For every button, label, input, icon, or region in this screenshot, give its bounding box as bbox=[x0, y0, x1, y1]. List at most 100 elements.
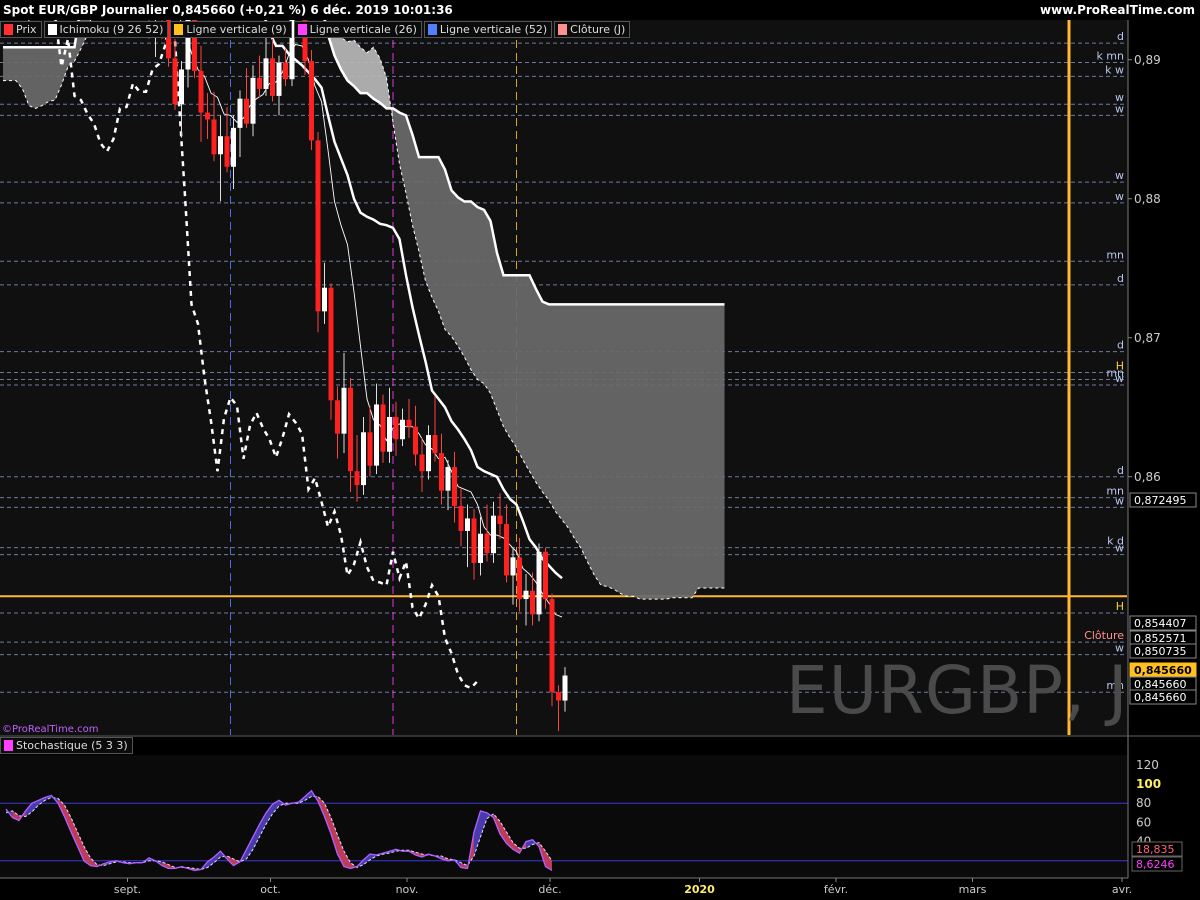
x-tick-label: déc. bbox=[538, 883, 561, 896]
stoch-value-label: 8,6246 bbox=[1136, 858, 1175, 871]
kumo-cloud-segment bbox=[503, 275, 510, 438]
candle-down bbox=[224, 136, 230, 167]
candle-up bbox=[276, 62, 282, 96]
vline-9-swatch bbox=[174, 24, 184, 35]
kumo-cloud-segment bbox=[458, 197, 465, 358]
legend-label: Ligne verticale (26) bbox=[309, 23, 417, 36]
candle-up bbox=[510, 557, 516, 576]
indicator-legend: Prix Ichimoku (9 26 52) Ligne verticale … bbox=[0, 21, 631, 38]
level-label: mn bbox=[1106, 248, 1124, 261]
kumo-cloud-segment bbox=[477, 207, 484, 384]
price-label: 0,850735 bbox=[1134, 645, 1187, 658]
kumo-cloud-segment bbox=[360, 47, 367, 94]
candle-down bbox=[348, 387, 353, 472]
kumo-cloud-segment bbox=[594, 304, 601, 586]
legend-item-vline-9[interactable]: Ligne verticale (9) bbox=[170, 21, 292, 38]
kumo-cloud-segment bbox=[705, 304, 712, 588]
stochastic-legend: Stochastique (5 3 3) bbox=[0, 737, 133, 754]
y-tick-label: 0,87 bbox=[1134, 331, 1161, 345]
legend-item-vline-26[interactable]: Ligne verticale (26) bbox=[293, 21, 422, 38]
kumo-cloud-segment bbox=[646, 304, 653, 600]
kumo-cloud-segment bbox=[568, 304, 575, 540]
candle-down bbox=[413, 426, 418, 455]
ichimoku-swatch bbox=[47, 24, 57, 35]
kumo-cloud-segment bbox=[35, 47, 42, 109]
kumo-cloud-segment bbox=[640, 304, 647, 600]
kumo-cloud-segment bbox=[653, 304, 660, 600]
chart-title: Spot EUR/GBP Journalier 0,845660 (+0,21 … bbox=[3, 3, 453, 17]
level-label: d bbox=[1117, 272, 1124, 285]
stoch-value-label: 18,835 bbox=[1136, 843, 1175, 856]
legend-label: Stochastique (5 3 3) bbox=[16, 739, 128, 752]
level-label: d bbox=[1117, 464, 1124, 477]
candle-up bbox=[400, 419, 405, 440]
candle-up bbox=[237, 98, 243, 128]
legend-item-price[interactable]: Prix bbox=[0, 21, 42, 38]
symbol-watermark: EURGBP, J bbox=[786, 652, 1129, 729]
kumo-cloud-segment bbox=[497, 252, 504, 427]
candle-up bbox=[562, 675, 568, 701]
candle-down bbox=[556, 692, 561, 701]
kumo-cloud-segment bbox=[659, 304, 666, 600]
candle-down bbox=[419, 454, 425, 472]
candle-up bbox=[491, 515, 496, 554]
credit-link[interactable]: ©ProRealTime.com bbox=[2, 724, 98, 735]
legend-item-vline-52[interactable]: Ligne verticale (52) bbox=[423, 21, 553, 38]
kumo-cloud-segment bbox=[354, 40, 361, 94]
legend-item-ichimoku[interactable]: Ichimoku (9 26 52) bbox=[43, 21, 169, 38]
candle-up bbox=[218, 136, 223, 155]
candle-down bbox=[380, 404, 386, 452]
level-label: k mn bbox=[1096, 50, 1124, 63]
kumo-cloud-segment bbox=[575, 304, 582, 550]
candle-up bbox=[523, 590, 529, 600]
vline-26-swatch bbox=[297, 24, 307, 35]
kumo-cloud-segment bbox=[48, 47, 55, 102]
kumo-cloud-segment bbox=[471, 201, 478, 380]
price-pane[interactable]: ddmndwdk mnk wwwwwmnddHmnwdmnwk dwHClôtu… bbox=[0, 0, 1128, 735]
stoch-y-tick-label: 100 bbox=[1136, 777, 1161, 791]
candle-down bbox=[543, 551, 548, 600]
kumo-cloud-segment bbox=[464, 201, 471, 370]
level-label: w bbox=[1115, 169, 1124, 182]
stochastic-swatch bbox=[4, 740, 13, 751]
level-label: w bbox=[1115, 372, 1124, 385]
kumo-cloud-segment bbox=[711, 304, 718, 588]
level-label: w bbox=[1115, 494, 1124, 507]
kumo-cloud-segment bbox=[581, 304, 588, 563]
price-label: 0,854407 bbox=[1134, 617, 1187, 630]
candle-down bbox=[211, 119, 217, 155]
candle-down bbox=[432, 435, 438, 454]
y-tick-label: 0,88 bbox=[1134, 192, 1161, 206]
kumo-cloud-segment bbox=[29, 47, 36, 109]
candle-down bbox=[504, 524, 509, 576]
site-link[interactable]: www.ProRealTime.com bbox=[1040, 3, 1195, 17]
kumo-cloud-segment bbox=[484, 209, 491, 394]
kumo-cloud-segment bbox=[445, 169, 452, 337]
candle-down bbox=[309, 61, 314, 141]
candle-down bbox=[283, 62, 288, 80]
candle-down bbox=[439, 453, 444, 491]
kumo-cloud-segment bbox=[438, 157, 445, 330]
stochastic-pane[interactable] bbox=[0, 755, 1128, 878]
legend-label: Ligne verticale (9) bbox=[186, 23, 287, 36]
candle-down bbox=[257, 77, 262, 89]
legend-label: Prix bbox=[16, 23, 37, 36]
x-tick-label: nov. bbox=[396, 883, 419, 896]
candle-up bbox=[361, 432, 366, 486]
y-tick-label: 0,89 bbox=[1134, 53, 1161, 67]
kumo-cloud-segment bbox=[510, 275, 517, 448]
legend-item-stochastic[interactable]: Stochastique (5 3 3) bbox=[0, 737, 133, 754]
level-label: w bbox=[1115, 102, 1124, 115]
candle-down bbox=[497, 515, 503, 525]
kumo-cloud-segment bbox=[3, 47, 10, 81]
candle-down bbox=[406, 419, 412, 427]
close-swatch bbox=[558, 24, 568, 35]
candle-up bbox=[445, 467, 451, 491]
candle-up bbox=[322, 287, 327, 312]
candle-down bbox=[335, 400, 340, 434]
candle-down bbox=[484, 533, 490, 554]
level-label: Clôture bbox=[1084, 629, 1124, 642]
kumo-cloud-segment bbox=[451, 190, 458, 347]
legend-item-close[interactable]: Clôture (J) bbox=[554, 21, 631, 38]
candle-up bbox=[263, 58, 269, 89]
